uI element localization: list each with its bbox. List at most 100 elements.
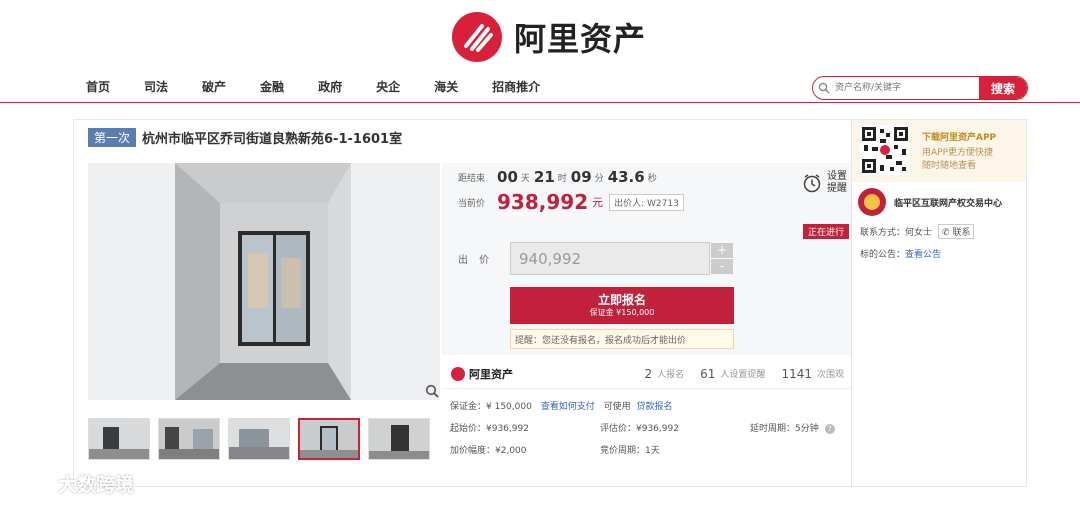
contact-button-label: 联系: [952, 228, 971, 238]
search-input[interactable]: [835, 78, 979, 98]
national-emblem-icon: [858, 188, 886, 216]
brand-logo-icon: [451, 366, 465, 381]
app-download-text: 用APP更方便快捷 随时随地查看: [922, 147, 993, 173]
countdown-hour-unit: 时: [557, 173, 567, 184]
nav-item-government[interactable]: 政府: [318, 78, 342, 95]
current-price: 938,992: [497, 190, 589, 214]
signup-button-label: 立即报名: [597, 293, 646, 307]
countdown-days: 00: [497, 168, 518, 186]
notice-line: 标的公告： 查看公告: [860, 247, 941, 260]
offer-input[interactable]: 940,992: [510, 242, 710, 275]
decrease-button[interactable]: -: [711, 258, 733, 274]
deposit-line: 保证金：¥ 150,000 查看如何支付 可使用 贷款报名: [450, 399, 672, 412]
contact-name: 何女士: [905, 228, 933, 238]
signup-deposit: 保证金 ¥150,000: [589, 308, 655, 317]
signup-count: 2: [644, 366, 653, 381]
help-icon[interactable]: ?: [824, 424, 835, 434]
nav-item-investment[interactable]: 招商推介: [492, 78, 540, 95]
nav-item-customs[interactable]: 海关: [434, 78, 458, 95]
bid-period: 竞价周期：1天: [600, 446, 660, 456]
main-photo[interactable]: [88, 163, 440, 400]
app-download-line2: 随时随地查看: [922, 161, 977, 171]
view-count: 1141: [781, 366, 812, 381]
nav-item-finance[interactable]: 金融: [260, 78, 284, 95]
contact-button[interactable]: ✆ 联系: [938, 224, 975, 239]
nav-item-judicial[interactable]: 司法: [144, 78, 168, 95]
start-price: 起始价：¥936,992: [450, 424, 529, 434]
watermark-text: 大数跨境: [58, 474, 135, 496]
increase-button[interactable]: +: [711, 242, 733, 258]
usable-label: 可使用: [603, 402, 631, 412]
countdown: 距结束 00 天 21 时 09 分 43.6 秒: [458, 163, 661, 191]
phone-icon: ✆: [942, 228, 950, 238]
set-reminder-button[interactable]: 设置提醒: [802, 171, 847, 195]
court-info[interactable]: 临平区互联网产权交易中心: [858, 188, 1002, 216]
increment: 加价幅度：¥2,000: [450, 446, 527, 456]
countdown-minutes: 09: [570, 168, 592, 186]
delay-period: 延时周期：5分钟: [750, 424, 819, 434]
photo-thumbnails: [88, 418, 438, 460]
sidebar: 下载阿里资产APP 用APP更方便快捷 随时随地查看 临平区互联网产权交易中心 …: [851, 119, 1027, 487]
countdown-day-unit: 天: [520, 173, 530, 184]
stats-row: 阿里资产 2 人报名 61 人设置提醒 1141 次围观: [442, 359, 852, 389]
brand-logo-icon: [452, 12, 502, 62]
offer-label: 出 价: [458, 255, 494, 266]
watermark-logo-icon: [10, 475, 46, 492]
contact-line: 联系方式： 何女士 ✆ 联系: [860, 224, 975, 239]
bid-area: 距结束 00 天 21 时 09 分 43.6 秒 设置提醒 当前价 938,9…: [442, 163, 852, 355]
search-button[interactable]: 搜索: [979, 77, 1027, 99]
signup-button[interactable]: 立即报名 保证金 ¥150,000: [510, 287, 734, 324]
countdown-hours: 21: [533, 168, 555, 186]
notice-link[interactable]: 查看公告: [905, 247, 941, 260]
offer-row: 出 价 940,992 + -: [458, 242, 733, 275]
reminder-count: 61: [700, 366, 716, 381]
status-badge: 正在进行: [803, 224, 850, 239]
header-divider: [0, 102, 1080, 103]
app-download-line1: 用APP更方便快捷: [922, 148, 994, 158]
nav-item-home[interactable]: 首页: [86, 78, 110, 95]
view-count-label: 次围观: [816, 370, 844, 380]
reminder-count-label: 人设置提醒: [720, 370, 766, 380]
brand-logo[interactable]: 阿里资产: [452, 12, 646, 62]
search-icon: [813, 77, 835, 99]
countdown-label: 距结束: [458, 173, 486, 184]
offer-stepper: + -: [711, 242, 733, 275]
alarm-clock-icon: [803, 174, 821, 193]
loan-link[interactable]: 贷款报名: [636, 402, 672, 412]
signup-hint: 提醒：您还没有报名，报名成功后才能出价: [510, 329, 734, 349]
court-name: 临平区互联网产权交易中心: [894, 198, 1003, 209]
stats: 2 人报名 61 人设置提醒 1141 次围观: [628, 367, 844, 381]
contact-label: 联系方式：: [860, 228, 906, 238]
thumbnail[interactable]: [228, 418, 290, 460]
small-brand-logo: 阿里资产: [451, 366, 513, 382]
nav-item-bankruptcy[interactable]: 破产: [202, 78, 226, 95]
current-price-label: 当前价: [458, 198, 486, 209]
listing-title: 杭州市临平区乔司街道良熟新苑6-1-1601室: [142, 132, 403, 147]
qr-code-icon: [860, 125, 910, 175]
price-unit: 元: [592, 196, 604, 209]
deposit-value: 保证金：¥ 150,000: [450, 402, 532, 412]
brand-name: 阿里资产: [514, 20, 647, 58]
signup-count-label: 人报名: [657, 370, 685, 380]
nav-item-central-enterprise[interactable]: 央企: [376, 78, 400, 95]
countdown-second-unit: 秒: [647, 173, 657, 184]
thumbnail[interactable]: [368, 418, 430, 460]
assess-price: 评估价：¥936,992: [600, 424, 679, 434]
bidder-badge: 出价人: W2713: [609, 193, 684, 211]
delay-period-line: 延时周期：5分钟?: [750, 421, 835, 434]
zoom-icon[interactable]: [425, 384, 439, 402]
notice-label: 标的公告：: [860, 250, 906, 260]
set-reminder-label: 设置提醒: [827, 171, 847, 194]
main-nav: 首页 司法 破产 金融 政府 央企 海关 招商推介: [86, 78, 540, 95]
app-download-title: 下载阿里资产APP: [922, 133, 997, 143]
thumbnail-selected[interactable]: [298, 418, 360, 460]
current-price-row: 当前价 938,992 元 出价人: W2713: [458, 190, 684, 214]
app-download-box[interactable]: 下载阿里资产APP 用APP更方便快捷 随时随地查看: [852, 120, 1026, 182]
listing-title-row: 第一次 杭州市临平区乔司街道良熟新苑6-1-1601室: [88, 128, 402, 147]
thumbnail[interactable]: [158, 418, 220, 460]
search-bar: 搜索: [812, 76, 1028, 100]
thumbnail[interactable]: [88, 418, 150, 460]
small-brand-name: 阿里资产: [469, 367, 513, 381]
round-badge: 第一次: [88, 128, 137, 147]
pay-link[interactable]: 查看如何支付: [541, 402, 595, 412]
